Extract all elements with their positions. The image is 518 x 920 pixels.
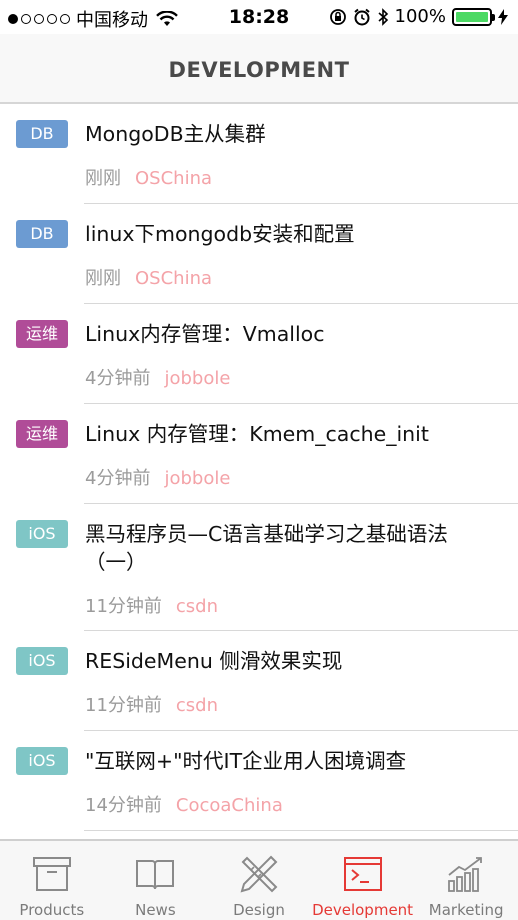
article-title: Linux 内存管理：Kmem_cache_init	[85, 422, 429, 446]
article-meta: 刚刚 OSChina	[85, 164, 212, 190]
book-icon	[136, 860, 175, 890]
article-time: 4分钟前	[85, 468, 151, 489]
article-title: "互联网+"时代IT企业用人困境调查	[85, 749, 407, 773]
tab-label: News	[135, 901, 176, 919]
article-row[interactable]: iOS "互联网+"时代IT企业用人困境调查 14分钟前 CocoaChina	[16, 731, 518, 831]
tab-label: Development	[312, 901, 414, 919]
article-source[interactable]: OSChina	[135, 168, 212, 189]
category-tag: DB	[16, 120, 68, 148]
article-meta: 11分钟前 csdn	[85, 592, 218, 618]
article-row[interactable]: iOS 黑马程序员—C语言基础学习之基础语法（一） 11分钟前 csdn	[16, 504, 518, 631]
tab-label: Products	[19, 901, 85, 919]
tab-products[interactable]: Products	[0, 841, 104, 920]
article-title: MongoDB主从集群	[85, 122, 266, 146]
category-tag: 运维	[16, 420, 68, 448]
article-time: 14分钟前	[85, 795, 162, 816]
battery-icon	[452, 7, 495, 26]
category-tag: iOS	[16, 520, 68, 548]
article-row[interactable]: 运维 Linux 内存管理：Kmem_cache_init 4分钟前 jobbole	[16, 404, 518, 504]
article-row[interactable]: 运维 Linux内存管理：Vmalloc 4分钟前 jobbole	[16, 304, 518, 404]
article-meta: 14分钟前 CocoaChina	[85, 791, 283, 817]
article-source[interactable]: jobbole	[164, 368, 230, 389]
article-meta: 11分钟前 csdn	[85, 691, 218, 717]
chart-icon	[448, 857, 483, 892]
article-meta: 刚刚 OSChina	[85, 264, 212, 290]
bluetooth-icon	[378, 7, 388, 26]
article-time: 11分钟前	[85, 695, 162, 716]
article-title: RESideMenu 侧滑效果实现	[85, 649, 343, 673]
article-source[interactable]: OSChina	[135, 268, 212, 289]
article-row[interactable]: DB MongoDB主从集群 刚刚 OSChina	[16, 104, 518, 204]
terminal-icon	[343, 857, 382, 891]
article-source[interactable]: jobbole	[164, 468, 230, 489]
category-tag: DB	[16, 220, 68, 248]
article-title: 黑马程序员—C语言基础学习之基础语法（一）	[85, 522, 448, 574]
category-tag: 运维	[16, 320, 68, 348]
tab-design[interactable]: Design	[207, 841, 311, 920]
charging-icon	[498, 8, 508, 25]
orientation-lock-icon	[329, 8, 346, 25]
article-meta: 4分钟前 jobbole	[85, 364, 230, 390]
article-time: 4分钟前	[85, 368, 151, 389]
tab-news[interactable]: News	[104, 841, 208, 920]
tab-marketing[interactable]: Marketing	[414, 841, 518, 920]
article-title: linux下mongodb安装和配置	[85, 222, 355, 246]
battery-percent: 100%	[394, 6, 446, 27]
category-tag: iOS	[16, 647, 68, 675]
tab-label: Marketing	[428, 901, 504, 919]
box-icon	[32, 857, 71, 891]
status-right: 100%	[329, 6, 508, 27]
article-meta: 4分钟前 jobbole	[85, 464, 230, 490]
tab-bar: Products News Design Development Marketi…	[0, 839, 518, 920]
category-tag: iOS	[16, 747, 68, 775]
page-title: DEVELOPMENT	[168, 58, 350, 82]
article-time: 11分钟前	[85, 596, 162, 617]
ruler-pencil-icon	[240, 855, 278, 893]
navigation-bar: DEVELOPMENT	[0, 34, 518, 104]
article-title: Linux内存管理：Vmalloc	[85, 322, 325, 346]
article-time: 刚刚	[85, 168, 121, 189]
tab-label: Design	[233, 901, 285, 919]
alarm-icon	[353, 8, 370, 25]
article-row[interactable]: DB linux下mongodb安装和配置 刚刚 OSChina	[16, 204, 518, 304]
article-row[interactable]: iOS RESideMenu 侧滑效果实现 11分钟前 csdn	[16, 631, 518, 731]
article-source[interactable]: csdn	[176, 695, 218, 716]
article-source[interactable]: CocoaChina	[176, 795, 283, 816]
article-source[interactable]: csdn	[176, 596, 218, 617]
tab-development[interactable]: Development	[311, 841, 415, 920]
article-time: 刚刚	[85, 268, 121, 289]
status-bar: 中国移动 18:28 100%	[0, 0, 518, 34]
article-list[interactable]: DB MongoDB主从集群 刚刚 OSChina DB linux下mongodb安装和…	[0, 104, 518, 839]
